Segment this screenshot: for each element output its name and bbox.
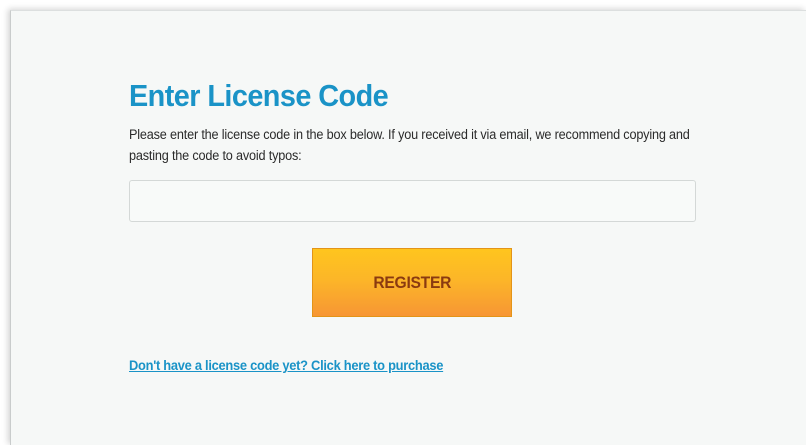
license-code-input[interactable] <box>129 180 696 222</box>
register-button-label: REGISTER <box>373 272 451 292</box>
register-button[interactable]: REGISTER <box>312 248 512 317</box>
purchase-link[interactable]: Don't have a license code yet? Click her… <box>129 357 443 373</box>
license-form: Enter License Code Please enter the lice… <box>129 77 699 375</box>
license-dialog: Enter License Code Please enter the lice… <box>10 10 806 445</box>
instructions-text: Please enter the license code in the box… <box>129 127 690 163</box>
page-title: Enter License Code <box>129 78 389 113</box>
